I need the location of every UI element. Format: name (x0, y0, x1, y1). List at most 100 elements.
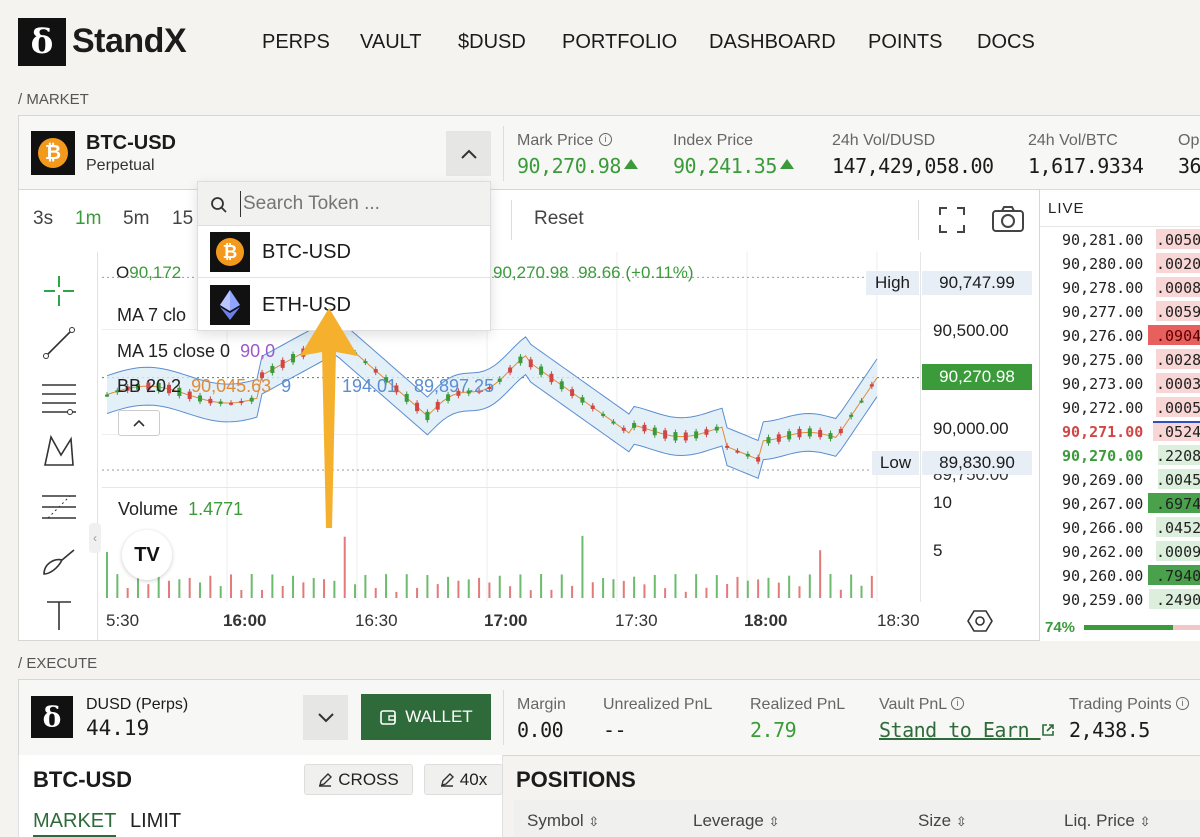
timeframe-3s[interactable]: 3s (33, 208, 53, 230)
col-size[interactable]: Size ⇳ (918, 811, 967, 831)
col-liq-price[interactable]: Liq. Price ⇳ (1064, 811, 1151, 831)
volume-bar (199, 582, 202, 598)
info-icon[interactable]: i (951, 697, 964, 710)
orderbook-row[interactable]: 90,270.00.2208 (1040, 443, 1200, 467)
wallet-asset: DUSD (Perps) (86, 696, 189, 713)
pair-symbol[interactable]: BTC-USD (86, 132, 176, 155)
price-tick-partial-text: 89,750.00 (933, 474, 1009, 484)
candle (590, 405, 595, 409)
reset-button[interactable]: Reset (534, 208, 584, 230)
cross-margin-button[interactable]: CROSS (304, 764, 413, 795)
volume-bar (633, 576, 636, 598)
asset-dropdown-toggle[interactable] (303, 695, 348, 740)
orderbook-row[interactable]: 90,277.00.0059 (1040, 299, 1200, 323)
sort-icon: ⇳ (955, 814, 967, 829)
candle (694, 431, 699, 439)
candle (745, 453, 750, 457)
settings-hex-icon[interactable] (967, 609, 993, 633)
timeframe-15m[interactable]: 15 (172, 208, 193, 230)
info-icon[interactable]: i (1176, 697, 1189, 710)
projection-icon (42, 495, 76, 519)
nav-vault[interactable]: VAULT (360, 31, 422, 54)
candle (611, 421, 616, 424)
volume-bar (684, 591, 687, 598)
trading-points-label: Trading Points (1069, 696, 1172, 713)
legend-change: 98.66 (+0.11%) (578, 263, 694, 282)
nav-perps[interactable]: PERPS (262, 31, 330, 54)
timeframe-1m[interactable]: 1m (75, 208, 101, 230)
timeframe-5m[interactable]: 5m (123, 208, 149, 230)
nav-points[interactable]: POINTS (868, 31, 942, 54)
candle (363, 361, 368, 364)
crosshair-tool[interactable] (38, 270, 80, 312)
legend-collapse-button[interactable] (118, 410, 160, 436)
brand-name[interactable]: StandX (72, 22, 187, 61)
volume-bar (529, 590, 532, 598)
pattern-tool[interactable] (38, 430, 80, 472)
brush-tool[interactable] (38, 540, 80, 582)
vol-dusd-label: 24h Vol/DUSD (832, 132, 936, 149)
sort-icon: ⇳ (588, 814, 600, 829)
orderbook-qty: .0003 (1156, 375, 1200, 393)
orderbook-row[interactable]: 90,276.00.0904 (1040, 323, 1200, 347)
orderbook-row[interactable]: 90,273.00.0003 (1040, 371, 1200, 395)
orderbook-row[interactable]: 90,269.00.0045 (1040, 467, 1200, 491)
camera-icon[interactable] (991, 205, 1025, 233)
collapse-toolbar-button[interactable]: ‹ (89, 523, 101, 553)
tab-limit[interactable]: LIMIT (130, 810, 181, 833)
token-search-input[interactable] (240, 191, 480, 217)
volume-bar (571, 585, 574, 598)
mark-price-value: 90,270.98 (517, 154, 621, 178)
tradingview-logo[interactable]: TV (122, 530, 172, 580)
legend-bb-low: 89,897.25 (414, 376, 495, 396)
col-leverage[interactable]: Leverage ⇳ (693, 811, 780, 831)
positions-title: POSITIONS (516, 767, 636, 792)
edit-icon (319, 772, 333, 787)
pair-dropdown-toggle[interactable] (446, 131, 491, 176)
fib-tool[interactable] (38, 377, 80, 419)
orderbook-row[interactable]: 90,262.00.0009 (1040, 539, 1200, 563)
tab-market[interactable]: MARKET (33, 810, 117, 837)
orderbook-row[interactable]: 90,271.00.0524 (1040, 419, 1200, 443)
info-icon[interactable]: i (599, 133, 612, 146)
nav-dusd[interactable]: $DUSD (458, 31, 526, 54)
projection-tool[interactable] (38, 486, 80, 528)
volume-bar (436, 584, 439, 598)
fullscreen-icon[interactable] (938, 206, 966, 234)
volume-bar (798, 586, 801, 598)
orderbook-row[interactable]: 90,272.00.0005 (1040, 395, 1200, 419)
orderbook-row[interactable]: 90,275.00.0028 (1040, 347, 1200, 371)
candle (838, 429, 843, 434)
leverage-button[interactable]: 40x (424, 764, 503, 795)
volume-bar (250, 574, 253, 598)
col-symbol[interactable]: Symbol ⇳ (527, 811, 599, 831)
orderbook-row[interactable]: 90,267.00.6974 (1040, 491, 1200, 515)
leverage-label: 40x (459, 769, 488, 789)
orderbook-row[interactable]: 90,280.00.0020 (1040, 251, 1200, 275)
orderbook-row[interactable]: 90,259.00.2490 (1040, 587, 1200, 611)
nav-docs[interactable]: DOCS (977, 31, 1035, 54)
nav-dashboard[interactable]: DASHBOARD (709, 31, 836, 54)
orderbook-row[interactable]: 90,278.00.0008 (1040, 275, 1200, 299)
orderbook-row[interactable]: 90,281.00.0050 (1040, 227, 1200, 251)
candle (280, 359, 285, 368)
text-tool[interactable] (38, 594, 80, 636)
trendline-tool[interactable] (38, 322, 80, 364)
orderbook-qty: .2208 (1156, 447, 1200, 465)
eth-icon (210, 285, 250, 325)
candle (208, 398, 213, 404)
candle (704, 429, 709, 435)
volume-bar (581, 535, 584, 598)
orderbook-row[interactable]: 90,260.00.7940 (1040, 563, 1200, 587)
divider (503, 126, 504, 181)
wallet-button[interactable]: WALLET (361, 694, 491, 740)
candle (105, 394, 109, 397)
volume-bar (302, 582, 305, 598)
volume-bar (385, 574, 388, 598)
candle (725, 445, 730, 448)
logo[interactable]: δ (18, 18, 66, 66)
nav-portfolio[interactable]: PORTFOLIO (562, 31, 677, 54)
stand-to-earn-link[interactable]: Stand to Earn (879, 718, 1055, 742)
orderbook-row[interactable]: 90,266.00.0452 (1040, 515, 1200, 539)
legend-bb-up: 9 (281, 376, 292, 396)
